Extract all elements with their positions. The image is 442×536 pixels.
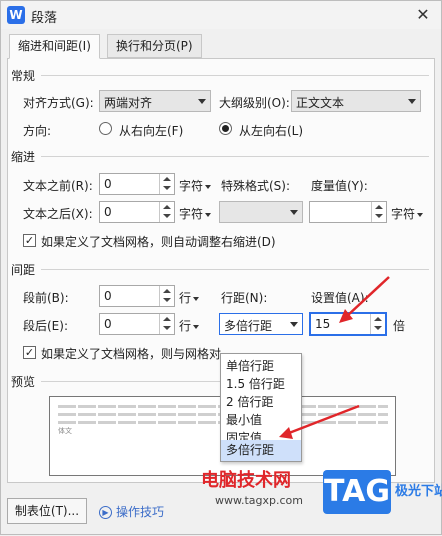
line-spacing-value: 多倍行距 [224, 319, 273, 333]
indent-before-unit[interactable]: 字符 [179, 177, 212, 194]
paragraph-dialog: W 段落 ✕ 缩进和间距(I) 换行和分页(P) 常规 对齐方式(G): 两端对… [0, 0, 442, 535]
arrow-down-icon [374, 326, 382, 330]
arrow-down-icon [163, 298, 171, 302]
divider [41, 381, 221, 382]
line-spacing-combo[interactable]: 多倍行距 [219, 313, 303, 335]
stepper-buttons[interactable] [159, 314, 174, 334]
outline-combo[interactable]: 正文文本 [291, 90, 421, 112]
divider [41, 156, 429, 157]
arrow-down-icon [163, 186, 171, 190]
indent-after-value: 0 [104, 205, 112, 219]
arrow-up-icon [163, 177, 171, 181]
stepper-buttons[interactable] [371, 202, 386, 222]
divider [41, 75, 429, 76]
set-value-unit: 倍 [393, 319, 406, 333]
tab-line-page-break[interactable]: 换行和分页(P) [107, 34, 202, 58]
section-indent: 缩进 [11, 150, 36, 164]
stepper-buttons[interactable] [159, 286, 174, 306]
arrow-down-icon [375, 214, 383, 218]
section-general: 常规 [11, 69, 36, 83]
indent-grid-label: 如果定义了文档网格，则自动调整右缩进(D) [41, 235, 276, 249]
chevron-down-icon [417, 212, 424, 217]
watermark-site-name: 电脑技术网 [201, 470, 291, 491]
spacing-after-label: 段后(E): [23, 319, 68, 333]
spacing-after-unit[interactable]: 行 [179, 317, 200, 334]
watermark-logo: TAG [323, 470, 391, 514]
close-button[interactable]: ✕ [413, 5, 433, 25]
dialog-title: 段落 [31, 11, 58, 26]
set-value-value: 15 [315, 317, 331, 331]
title-bar: W 段落 ✕ [1, 1, 441, 29]
spacing-after-value: 0 [104, 317, 112, 331]
section-preview: 预览 [11, 375, 36, 389]
arrow-up-icon [374, 317, 382, 321]
indent-after-spinner[interactable]: 0 [99, 201, 175, 223]
indent-after-label: 文本之后(X): [23, 207, 93, 221]
measure-label: 度量值(Y): [311, 179, 368, 193]
line-spacing-label: 行距(N): [221, 291, 268, 305]
tips-label: 操作技巧 [116, 505, 165, 519]
arrow-up-icon [375, 205, 383, 209]
spacing-grid-label: 如果定义了文档网格，则与网格对 [41, 347, 222, 361]
watermark-side-text: 极光下站 [395, 484, 442, 499]
arrow-up-icon [163, 317, 171, 321]
spacing-before-spinner[interactable]: 0 [99, 285, 175, 307]
spacing-after-spinner[interactable]: 0 [99, 313, 175, 335]
option-multiple[interactable]: 多倍行距 [221, 440, 301, 461]
play-icon: ▶ [99, 506, 112, 519]
tab-indent-spacing[interactable]: 缩进和间距(I) [9, 34, 100, 59]
chevron-down-icon [193, 324, 200, 329]
arrow-down-icon [163, 326, 171, 330]
chevron-down-icon [408, 99, 416, 104]
stepper-buttons[interactable] [159, 174, 174, 194]
arrow-up-icon [163, 289, 171, 293]
preview-sample-text: 体文 [58, 427, 72, 435]
chevron-down-icon [198, 99, 206, 104]
set-value-label: 设置值(A): [311, 291, 369, 305]
section-spacing: 间距 [11, 263, 36, 277]
special-format-label: 特殊格式(S): [221, 179, 291, 193]
align-combo[interactable]: 两端对齐 [99, 90, 211, 112]
watermark-url: www.tagxp.com [215, 494, 303, 507]
divider [41, 269, 429, 270]
stepper-buttons[interactable] [159, 202, 174, 222]
indent-before-value: 0 [104, 177, 112, 191]
tips-link[interactable]: ▶ 操作技巧 [99, 503, 164, 520]
align-label: 对齐方式(G): [23, 96, 94, 110]
chevron-down-icon [290, 322, 298, 327]
indent-before-spinner[interactable]: 0 [99, 173, 175, 195]
special-format-combo[interactable] [219, 201, 303, 223]
chevron-down-icon [205, 212, 212, 217]
tab-stops-button[interactable]: 制表位(T)... [7, 498, 87, 524]
spacing-grid-checkbox[interactable]: ✓ [23, 346, 36, 359]
spacing-before-label: 段前(B): [23, 291, 69, 305]
arrow-up-icon [163, 205, 171, 209]
ltr-label: 从左向右(L) [239, 124, 304, 138]
indent-grid-checkbox[interactable]: ✓ [23, 234, 36, 247]
set-value-spinner[interactable]: 15 [309, 312, 387, 336]
stepper-buttons[interactable] [370, 314, 385, 334]
chevron-down-icon [290, 210, 298, 215]
outline-label: 大纲级别(O): [219, 96, 290, 110]
wps-logo-icon: W [7, 6, 25, 24]
chevron-down-icon [205, 184, 212, 189]
spacing-before-unit[interactable]: 行 [179, 289, 200, 306]
align-value: 两端对齐 [104, 96, 153, 110]
indent-after-unit[interactable]: 字符 [179, 205, 212, 222]
measure-unit[interactable]: 字符 [391, 205, 424, 222]
line-spacing-dropdown: 单倍行距 1.5 倍行距 2 倍行距 最小值 固定值 多倍行距 [220, 353, 302, 462]
outline-value: 正文文本 [296, 96, 345, 110]
direction-label: 方向: [23, 124, 52, 138]
measure-spinner[interactable] [309, 201, 387, 223]
rtl-label: 从右向左(F) [119, 124, 184, 138]
arrow-down-icon [163, 214, 171, 218]
radio-rtl[interactable] [99, 122, 112, 135]
spacing-before-value: 0 [104, 289, 112, 303]
indent-before-label: 文本之前(R): [23, 179, 93, 193]
radio-ltr[interactable] [219, 122, 232, 135]
chevron-down-icon [193, 296, 200, 301]
